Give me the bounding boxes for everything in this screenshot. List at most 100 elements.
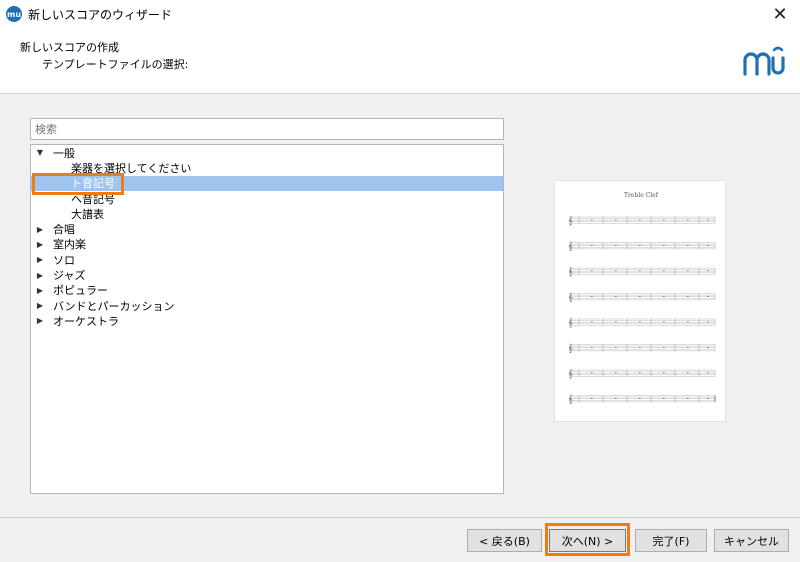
whole-rest (687, 295, 689, 297)
whole-rest (591, 321, 593, 323)
whole-rest (639, 270, 641, 272)
whole-rest (707, 295, 709, 297)
whole-rest (591, 270, 593, 272)
tree-item-label: 室内楽 (53, 238, 86, 252)
close-icon[interactable]: ✕ (768, 2, 792, 26)
whole-rest (687, 321, 689, 323)
treble-clef-icon: 𝄞 (568, 267, 573, 276)
whole-rest (639, 397, 641, 399)
whole-rest (615, 295, 617, 297)
tree-category[interactable]: ▶ ポピュラー (31, 283, 503, 298)
whole-rest (687, 219, 689, 221)
cancel-button[interactable]: キャンセル (714, 529, 789, 552)
treble-clef-icon: 𝄞 (568, 369, 573, 378)
tree-category[interactable]: ▶ 室内楽 (31, 237, 503, 252)
whole-rest (707, 397, 709, 399)
whole-rest (687, 346, 689, 348)
tree-item-label: バンドとパーカッション (53, 299, 175, 313)
whole-rest (707, 346, 709, 348)
whole-rest (615, 397, 617, 399)
tree-category[interactable]: ▶ ジャズ (31, 267, 503, 282)
whole-rest (663, 372, 665, 374)
tree-item-label: 大譜表 (71, 207, 104, 221)
whole-rest (615, 270, 617, 272)
tree-item[interactable]: 大譜表 (31, 206, 503, 221)
whole-rest (707, 372, 709, 374)
whole-rest (591, 397, 593, 399)
tree-item-label: ヘ音記号 (71, 192, 115, 206)
whole-rest (615, 219, 617, 221)
whole-rest (615, 244, 617, 246)
collapsed-arrow-icon[interactable]: ▶ (35, 225, 45, 234)
tree-item-label: 一般 (53, 146, 75, 160)
collapsed-arrow-icon[interactable]: ▶ (35, 240, 45, 249)
page-title: 新しいスコアの作成 (20, 41, 119, 54)
whole-rest (639, 321, 641, 323)
whole-rest (687, 270, 689, 272)
tree-item-label: ポピュラー (53, 284, 108, 298)
whole-rest (707, 244, 709, 246)
tree-item-label: ソロ (53, 253, 75, 267)
whole-rest (707, 321, 709, 323)
whole-rest (707, 270, 709, 272)
whole-rest (591, 346, 593, 348)
window-titlebar: mu 新しいスコアのウィザード ✕ (0, 0, 800, 28)
tree-category[interactable]: ▼ 一般 (31, 145, 503, 160)
treble-clef-icon: 𝄞 (568, 395, 573, 404)
tree-category[interactable]: ▶ バンドとパーカッション (31, 298, 503, 313)
musescore-app-icon: mu (6, 6, 22, 22)
whole-rest (707, 219, 709, 221)
whole-rest (663, 244, 665, 246)
tree-item[interactable]: 楽器を選択してください (31, 160, 503, 175)
whole-rest (591, 295, 593, 297)
musescore-logo-icon (743, 46, 785, 76)
finish-button[interactable]: 完了(F) (635, 529, 707, 552)
treble-clef-icon: 𝄞 (568, 293, 573, 302)
collapsed-arrow-icon[interactable]: ▶ (35, 286, 45, 295)
whole-rest (615, 346, 617, 348)
whole-rest (687, 244, 689, 246)
tree-item[interactable]: ト音記号 (31, 175, 503, 191)
whole-rest (663, 321, 665, 323)
collapsed-arrow-icon[interactable]: ▶ (35, 255, 45, 264)
tree-category[interactable]: ▶ 合唱 (31, 221, 503, 236)
whole-rest (591, 372, 593, 374)
expanded-arrow-icon[interactable]: ▼ (35, 148, 45, 157)
score-preview-image: Treble Clef 𝄞 𝄞 𝄞 𝄞 𝄞 𝄞 𝄞 𝄞 (568, 192, 716, 404)
whole-rest (687, 397, 689, 399)
next-button[interactable]: 次へ(N) > (549, 529, 626, 552)
treble-clef-icon: 𝄞 (568, 344, 573, 353)
tree-item[interactable]: ヘ音記号 (31, 191, 503, 206)
collapsed-arrow-icon[interactable]: ▶ (35, 271, 45, 280)
collapsed-arrow-icon[interactable]: ▶ (35, 301, 45, 310)
wizard-header: 新しいスコアの作成 テンプレートファイルの選択: (0, 28, 800, 94)
template-tree[interactable]: ▼ 一般 楽器を選択してください ト音記号 ヘ音記号 大譜表 ▶ 合唱 ▶ 室内楽 ▶ ソロ ▶ ジャズ ▶… (30, 144, 504, 494)
tree-item-label: 合唱 (53, 223, 75, 237)
tree-item-label: オーケストラ (53, 314, 119, 328)
back-button[interactable]: < 戻る(B) (467, 529, 542, 552)
whole-rest (663, 219, 665, 221)
collapsed-arrow-icon[interactable]: ▶ (35, 316, 45, 325)
treble-clef-icon: 𝄞 (568, 242, 573, 251)
whole-rest (591, 219, 593, 221)
tree-item-label: 楽器を選択してください (71, 161, 192, 175)
whole-rest (615, 321, 617, 323)
footer-divider (0, 517, 800, 518)
whole-rest (639, 295, 641, 297)
whole-rest (591, 244, 593, 246)
treble-clef-icon: 𝄞 (568, 216, 573, 225)
whole-rest (639, 219, 641, 221)
tree-category[interactable]: ▶ オーケストラ (31, 313, 503, 328)
whole-rest (639, 346, 641, 348)
template-preview: Treble Clef 𝄞 𝄞 𝄞 𝄞 𝄞 𝄞 𝄞 𝄞 (554, 180, 726, 422)
page-subtitle: テンプレートファイルの選択: (42, 58, 189, 71)
tree-item-label: ト音記号 (71, 177, 115, 191)
whole-rest (663, 270, 665, 272)
whole-rest (687, 372, 689, 374)
tree-category[interactable]: ▶ ソロ (31, 252, 503, 267)
whole-rest (639, 372, 641, 374)
treble-clef-icon: 𝄞 (568, 318, 573, 327)
whole-rest (615, 372, 617, 374)
tree-item-label: ジャズ (53, 269, 86, 283)
search-input[interactable] (30, 118, 504, 140)
